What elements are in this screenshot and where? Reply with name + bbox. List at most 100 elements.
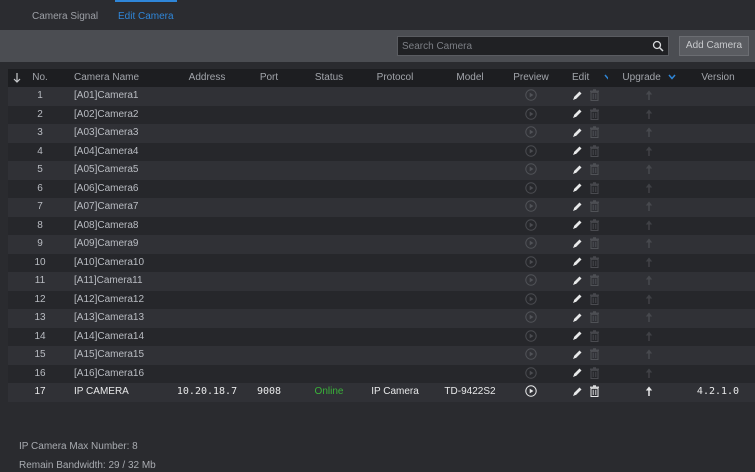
table-row[interactable]: 6 [A06]Camera6 <box>8 179 755 198</box>
up-arrow-icon[interactable] <box>645 331 653 341</box>
up-arrow-icon[interactable] <box>645 164 653 175</box>
play-circle-icon[interactable] <box>525 330 537 342</box>
trash-icon[interactable] <box>589 293 600 305</box>
trash-icon[interactable] <box>589 367 600 379</box>
trash-icon[interactable] <box>589 126 600 139</box>
column-edit[interactable]: Edit <box>572 69 608 87</box>
trash-icon[interactable] <box>589 385 600 398</box>
play-circle-icon[interactable] <box>525 367 537 379</box>
column-upgrade[interactable]: Upgrade <box>614 69 684 87</box>
up-arrow-icon[interactable] <box>645 349 653 360</box>
table-row[interactable]: 12 [A12]Camera12 <box>8 290 755 309</box>
up-arrow-icon[interactable] <box>645 312 653 323</box>
trash-icon[interactable] <box>589 200 600 213</box>
table-row[interactable]: 3 [A03]Camera3 <box>8 124 755 143</box>
trash-icon[interactable] <box>589 163 600 176</box>
table-row[interactable]: 2 [A02]Camera2 <box>8 105 755 124</box>
table-row[interactable]: 13 [A13]Camera13 <box>8 309 755 328</box>
table-row[interactable]: 17 IP CAMERA 10.20.18.7 9008 Online IP Camera… <box>8 383 755 402</box>
pencil-icon[interactable] <box>572 293 583 304</box>
column-model[interactable]: Model <box>438 69 502 87</box>
pencil-icon[interactable] <box>572 90 583 101</box>
table-row[interactable]: 11 [A11]Camera11 <box>8 272 755 291</box>
play-circle-icon[interactable] <box>525 311 537 324</box>
play-circle-icon[interactable] <box>525 385 537 398</box>
table-row[interactable]: 1 [A01]Camera1 <box>8 87 755 106</box>
play-circle-icon[interactable] <box>525 293 537 305</box>
play-circle-icon[interactable] <box>525 108 537 120</box>
play-circle-icon[interactable] <box>525 256 537 268</box>
up-arrow-icon[interactable] <box>645 183 653 193</box>
up-arrow-icon[interactable] <box>645 275 653 286</box>
play-circle-icon[interactable] <box>525 348 537 361</box>
search-input[interactable] <box>398 37 638 55</box>
table-row[interactable]: 16 [A16]Camera16 <box>8 364 755 383</box>
chevron-down-icon[interactable] <box>667 74 676 81</box>
up-arrow-icon[interactable] <box>645 146 653 156</box>
up-arrow-icon[interactable] <box>645 368 653 378</box>
table-row[interactable]: 15 [A15]Camera15 <box>8 346 755 365</box>
up-arrow-icon[interactable] <box>645 127 653 138</box>
trash-icon[interactable] <box>589 256 600 268</box>
up-arrow-icon[interactable] <box>645 386 653 397</box>
play-circle-icon[interactable] <box>525 163 537 176</box>
up-arrow-icon[interactable] <box>645 294 653 304</box>
tab-edit-camera[interactable]: Edit Camera <box>115 0 177 22</box>
pencil-icon[interactable] <box>572 182 583 193</box>
pencil-icon[interactable] <box>572 219 583 230</box>
table-row[interactable]: 9 [A09]Camera9 <box>8 235 755 254</box>
table-row[interactable]: 7 [A07]Camera7 <box>8 198 755 217</box>
pencil-icon[interactable] <box>572 145 583 156</box>
play-circle-icon[interactable] <box>525 126 537 139</box>
up-arrow-icon[interactable] <box>645 238 653 249</box>
trash-icon[interactable] <box>589 348 600 361</box>
play-circle-icon[interactable] <box>525 182 537 194</box>
play-circle-icon[interactable] <box>525 219 537 231</box>
pencil-icon[interactable] <box>572 164 583 175</box>
table-row[interactable]: 4 [A04]Camera4 <box>8 142 755 161</box>
pencil-icon[interactable] <box>572 367 583 378</box>
trash-icon[interactable] <box>589 311 600 324</box>
trash-icon[interactable] <box>589 182 600 194</box>
trash-icon[interactable] <box>589 89 600 102</box>
table-row[interactable]: 14 [A14]Camera14 <box>8 327 755 346</box>
pencil-icon[interactable] <box>572 256 583 267</box>
search-icon[interactable] <box>652 40 664 52</box>
trash-icon[interactable] <box>589 108 600 120</box>
chevron-down-icon[interactable] <box>604 74 608 80</box>
table-row[interactable]: 5 [A05]Camera5 <box>8 161 755 180</box>
tab-camera-signal[interactable]: Camera Signal <box>32 11 98 22</box>
table-row[interactable]: 8 [A08]Camera8 <box>8 216 755 235</box>
pencil-icon[interactable] <box>572 349 583 360</box>
add-camera-button[interactable]: Add Camera <box>679 36 749 56</box>
play-circle-icon[interactable] <box>525 89 537 102</box>
pencil-icon[interactable] <box>572 238 583 249</box>
pencil-icon[interactable] <box>572 108 583 119</box>
up-arrow-icon[interactable] <box>645 201 653 212</box>
pencil-icon[interactable] <box>572 330 583 341</box>
up-arrow-icon[interactable] <box>645 257 653 267</box>
column-camera-name[interactable]: Camera Name <box>74 69 184 87</box>
column-no[interactable]: No. <box>26 69 54 87</box>
trash-icon[interactable] <box>589 274 600 287</box>
column-protocol[interactable]: Protocol <box>360 69 430 87</box>
pencil-icon[interactable] <box>572 201 583 212</box>
sort-arrow-icon[interactable] <box>8 69 26 87</box>
pencil-icon[interactable] <box>572 275 583 286</box>
trash-icon[interactable] <box>589 330 600 342</box>
up-arrow-icon[interactable] <box>645 109 653 119</box>
pencil-icon[interactable] <box>572 386 583 397</box>
column-address[interactable]: Address <box>172 69 242 87</box>
play-circle-icon[interactable] <box>525 200 537 213</box>
pencil-icon[interactable] <box>572 312 583 323</box>
play-circle-icon[interactable] <box>525 145 537 157</box>
pencil-icon[interactable] <box>572 127 583 138</box>
column-port[interactable]: Port <box>246 69 292 87</box>
play-circle-icon[interactable] <box>525 274 537 287</box>
trash-icon[interactable] <box>589 145 600 157</box>
column-status[interactable]: Status <box>304 69 354 87</box>
column-version[interactable]: Version <box>688 69 748 87</box>
trash-icon[interactable] <box>589 237 600 250</box>
play-circle-icon[interactable] <box>525 237 537 250</box>
trash-icon[interactable] <box>589 219 600 231</box>
